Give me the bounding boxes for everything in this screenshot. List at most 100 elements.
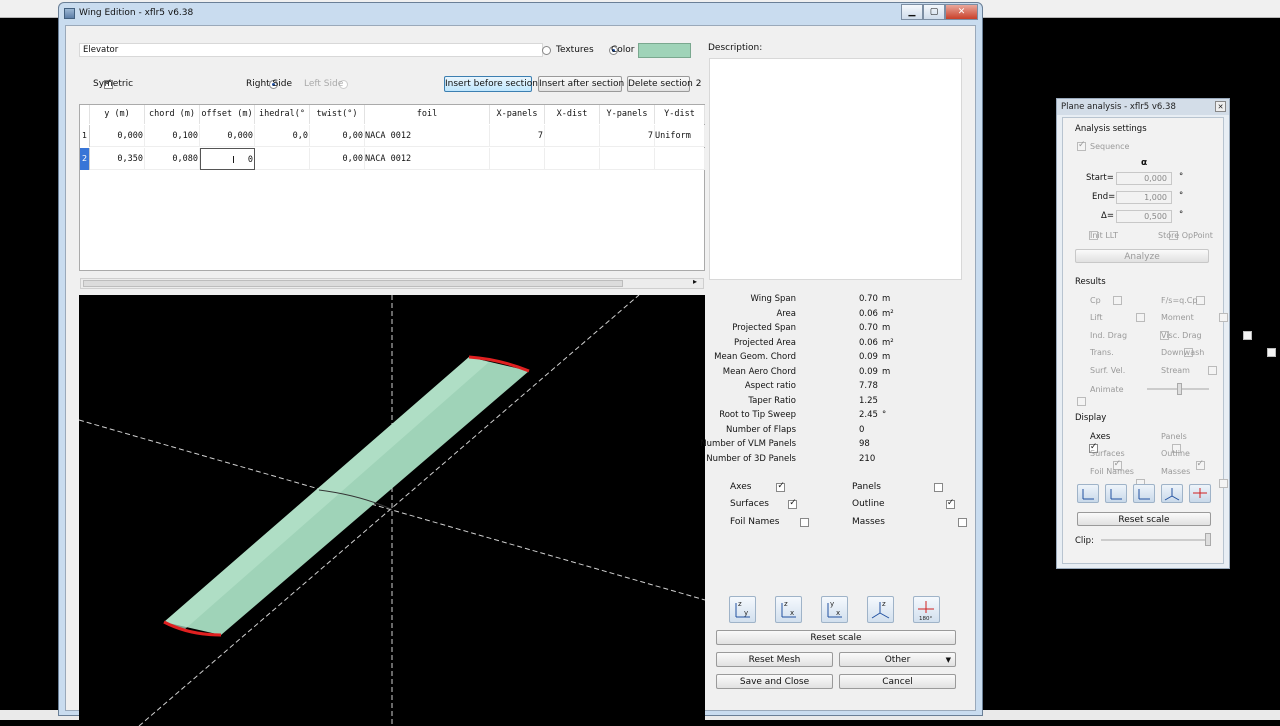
col-header-chord[interactable]: chord (m) (145, 105, 200, 124)
cell-chord[interactable]: 0,080 (145, 148, 200, 170)
close-button[interactable]: ✕ (945, 4, 978, 20)
save-close-button[interactable]: Save and Close (716, 674, 833, 689)
minimize-button[interactable]: ▁ (901, 4, 923, 20)
maximize-button[interactable]: ▢ (923, 4, 945, 20)
property-value: 0.06 (859, 308, 878, 319)
animation-speed-slider[interactable] (1147, 383, 1209, 395)
end-input[interactable]: 1,000 (1116, 191, 1172, 204)
surfaces-checkbox[interactable] (788, 498, 798, 509)
pa-masses-label: Masses (1161, 467, 1191, 476)
pa-reset-scale-button[interactable]: Reset scale (1077, 512, 1211, 526)
wing-name-field[interactable]: Elevator (79, 43, 543, 57)
reset-scale-button[interactable]: Reset scale (716, 630, 956, 645)
foil-names-checkbox[interactable] (800, 518, 810, 527)
textures-radio[interactable] (542, 46, 551, 55)
pa-view-y-button[interactable] (1105, 484, 1127, 503)
pa-outline-label: Outline (1161, 449, 1190, 458)
col-header-ydist[interactable]: Y-dist (655, 105, 705, 124)
insert-before-button[interactable]: Insert before section 2 (444, 76, 547, 92)
delete-section-button[interactable]: Delete section 2 (627, 76, 701, 92)
pa-flip-view-button[interactable] (1189, 484, 1211, 503)
scroll-right-icon[interactable]: ▸ (693, 277, 697, 286)
cell-dihedral[interactable] (255, 148, 310, 170)
row-header-2[interactable]: 2 (80, 148, 90, 170)
cell-y[interactable]: 0,000 (90, 125, 145, 147)
pa-view-iso-button[interactable] (1161, 484, 1183, 503)
start-input[interactable]: 0,000 (1116, 172, 1172, 185)
panels-checkbox[interactable] (934, 483, 943, 492)
reset-mesh-button[interactable]: Reset Mesh (716, 652, 833, 667)
col-header-xpanels[interactable]: X-panels (490, 105, 545, 124)
axes-checkbox[interactable] (776, 481, 786, 492)
wing-section-table[interactable]: y (m) chord (m) offset (m) ihedral(° twi… (79, 104, 705, 271)
plane-analysis-title: Plane analysis - xflr5 v6.38 (1061, 102, 1176, 112)
col-header-ypanels[interactable]: Y-panels (600, 105, 655, 124)
cell-xdist[interactable] (545, 148, 600, 170)
view-y-button[interactable]: zx (775, 596, 802, 623)
pa-view-iso-icon (1164, 488, 1180, 501)
view-x-button[interactable]: zy (729, 596, 756, 623)
clip-slider-thumb[interactable] (1205, 533, 1211, 546)
sequence-checkbox[interactable] (1077, 140, 1086, 151)
description-textarea[interactable] (709, 58, 962, 280)
wing-3d-view[interactable] (79, 295, 705, 726)
visc-drag-checkbox[interactable] (1243, 331, 1252, 340)
trans-label: Trans. (1090, 348, 1114, 357)
view-iso-button[interactable]: z (867, 596, 894, 623)
cell-offset[interactable]: 0,000 (200, 125, 255, 147)
cell-y[interactable]: 0,350 (90, 148, 145, 170)
plane-analysis-title-bar[interactable]: Plane analysis - xflr5 v6.38 ✕ (1057, 99, 1229, 115)
flip-view-button[interactable]: 180° (913, 596, 940, 623)
pa-masses-checkbox[interactable] (1219, 479, 1229, 488)
cancel-button[interactable]: Cancel (839, 674, 956, 689)
cell-chord[interactable]: 0,100 (145, 125, 200, 147)
surf-vel-checkbox[interactable] (1207, 366, 1217, 375)
scrollbar-thumb[interactable] (83, 280, 623, 287)
cell-twist[interactable]: 0,00 (310, 125, 365, 147)
title-bar[interactable]: Wing Edition - xflr5 v6.38 ▁ ▢ ✕ (59, 3, 982, 25)
outline-checkbox[interactable] (945, 498, 955, 509)
cell-foil[interactable]: NACA 0012 (365, 148, 490, 170)
property-name: Aspect ratio (744, 381, 796, 391)
masses-checkbox[interactable] (957, 518, 967, 527)
col-header-offset[interactable]: offset (m) (200, 105, 255, 124)
panel-close-button[interactable]: ✕ (1215, 101, 1226, 112)
col-header-xdist[interactable]: X-dist (545, 105, 600, 124)
animation-slider-thumb[interactable] (1177, 383, 1182, 395)
col-header-foil[interactable]: foil (365, 105, 490, 124)
cell-ydist[interactable] (655, 148, 705, 170)
cell-ypanels[interactable] (600, 148, 655, 170)
cell-offset-editor[interactable]: 0 (200, 148, 255, 170)
downwash-checkbox[interactable] (1266, 348, 1276, 357)
cell-dihedral[interactable]: 0,0 (255, 125, 310, 147)
flip-180-icon: 180° (918, 601, 934, 622)
cell-foil[interactable]: NACA 0012 (365, 125, 490, 147)
col-header-dihedral[interactable]: ihedral(° (255, 105, 310, 124)
property-name: Projected Span (732, 323, 796, 333)
cell-ydist[interactable]: Uniform (655, 125, 705, 147)
cell-ypanels[interactable]: 7 (600, 125, 655, 147)
lift-checkbox[interactable] (1136, 313, 1146, 322)
moment-checkbox[interactable] (1219, 313, 1229, 322)
pa-view-z-button[interactable] (1133, 484, 1155, 503)
table-horizontal-scrollbar[interactable]: ▸ (80, 277, 704, 289)
other-dropdown-button[interactable]: Other ▼ (839, 652, 956, 667)
cell-xdist[interactable] (545, 125, 600, 147)
insert-after-button[interactable]: Insert after section 2 (538, 76, 633, 92)
color-swatch-button[interactable] (638, 43, 691, 58)
view-z-button[interactable]: yx (821, 596, 848, 623)
analyze-button[interactable]: Analyze (1075, 249, 1209, 263)
cell-xpanels[interactable] (490, 148, 545, 170)
col-header-twist[interactable]: twist(°) (310, 105, 365, 124)
cell-xpanels[interactable]: 7 (490, 125, 545, 147)
row-header-1[interactable]: 1 (80, 125, 90, 147)
property-name: Area (776, 308, 796, 319)
pa-outline-checkbox[interactable] (1195, 459, 1205, 470)
delta-input[interactable]: 0,500 (1116, 210, 1172, 223)
pa-view-x-button[interactable] (1077, 484, 1099, 503)
cp-checkbox[interactable] (1112, 296, 1122, 305)
animate-checkbox[interactable] (1077, 397, 1086, 406)
cell-twist[interactable]: 0,00 (310, 148, 365, 170)
col-header-y[interactable]: y (m) (90, 105, 145, 124)
clip-slider[interactable] (1101, 533, 1211, 546)
